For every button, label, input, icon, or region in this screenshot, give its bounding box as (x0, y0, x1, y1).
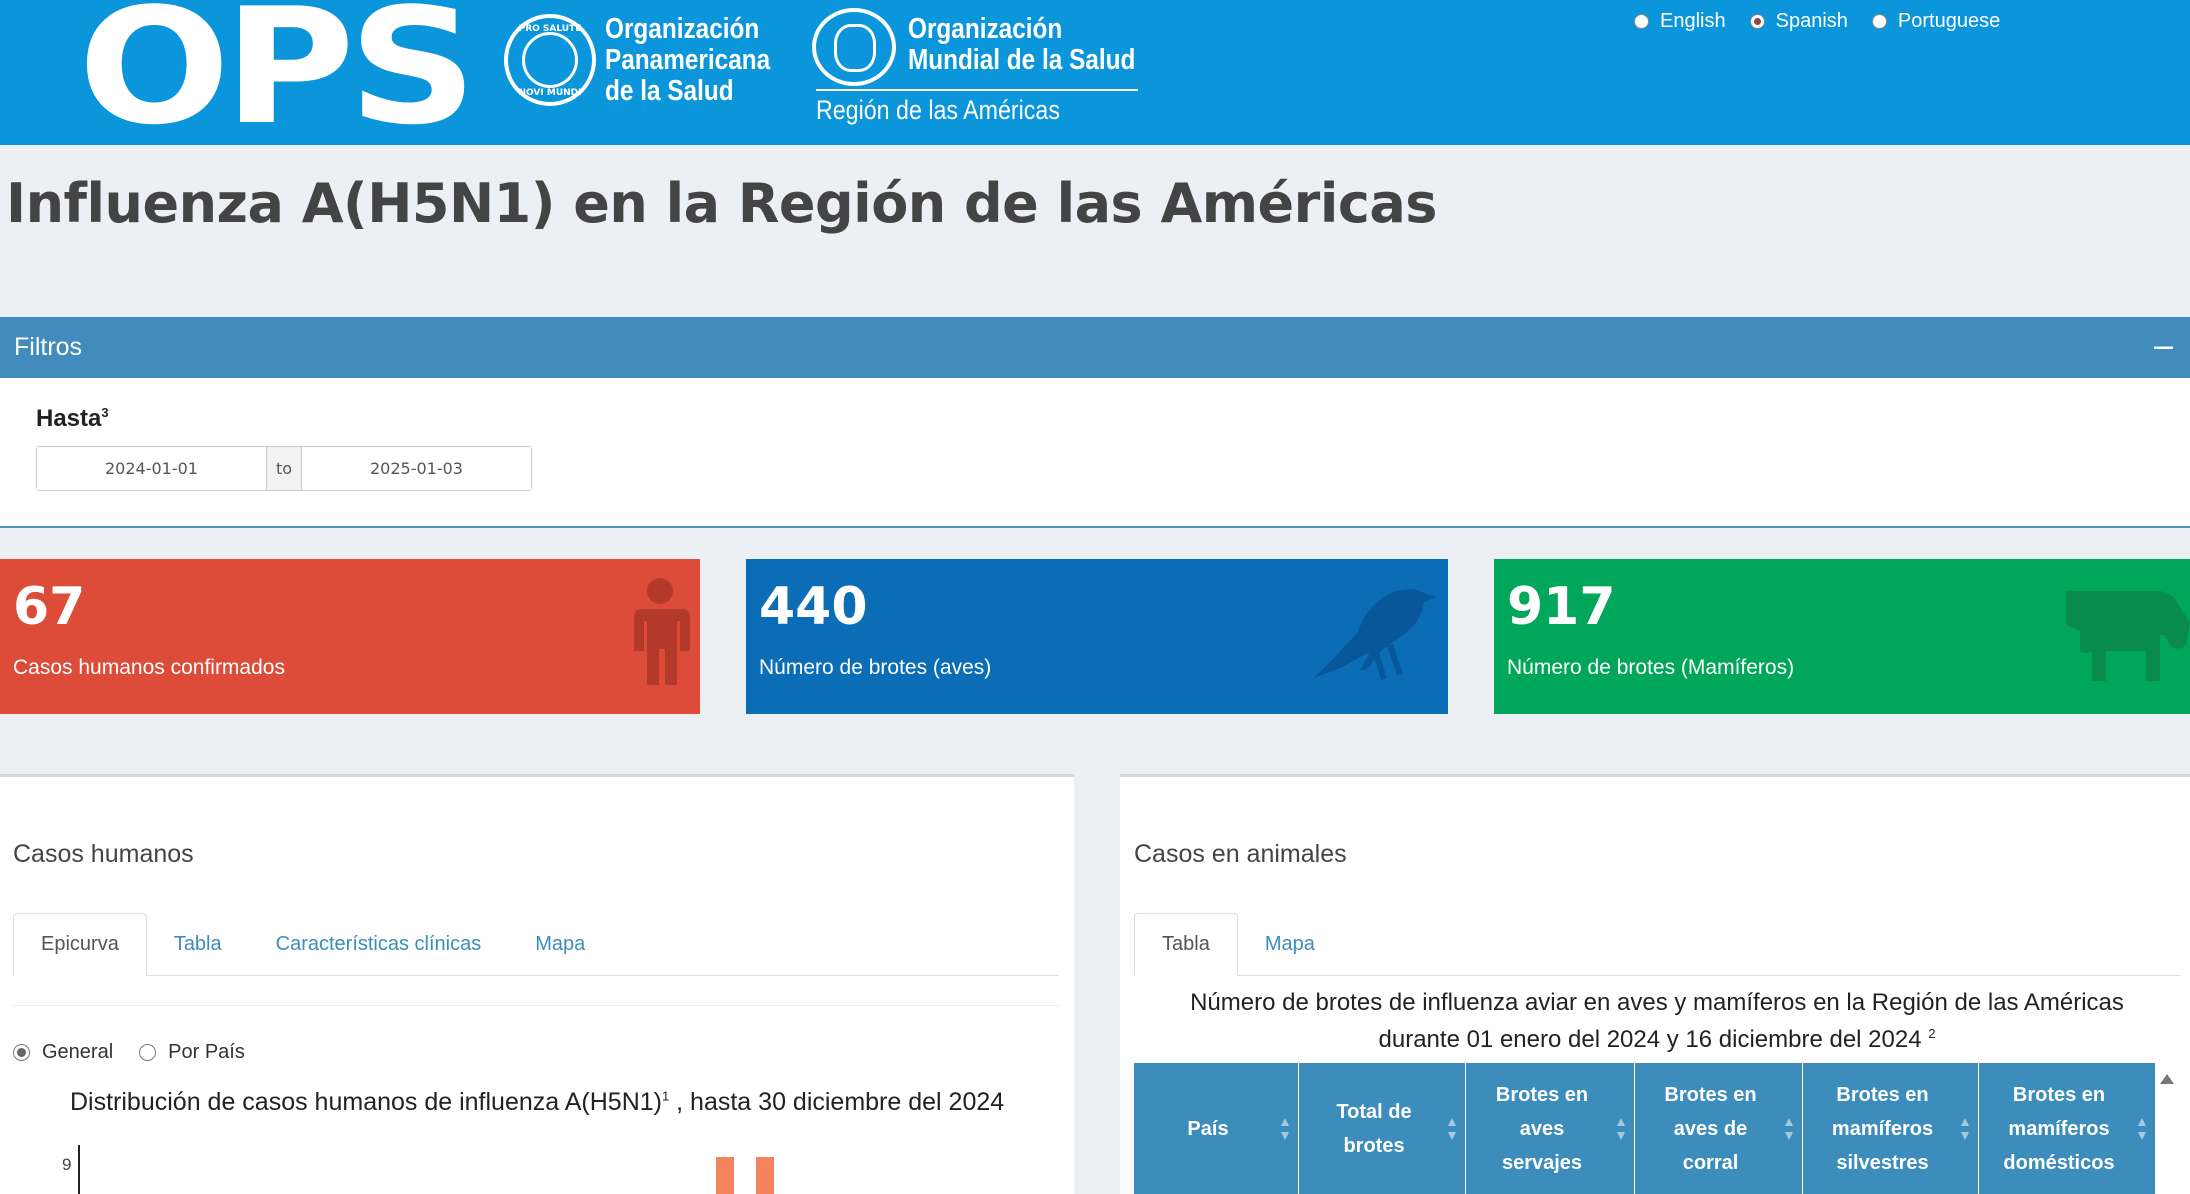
divider (13, 1005, 1059, 1006)
tab-caracteristicas[interactable]: Características clínicas (249, 913, 509, 975)
who-region: Región de las Américas (816, 95, 1060, 125)
kpi-mammal-outbreaks: 917 Número de brotes (Mamíferos) (1494, 559, 2190, 714)
col-aves-corral[interactable]: Brotes en aves de corral (1635, 1063, 1803, 1194)
animal-tabs: Tabla Mapa (1134, 913, 2180, 976)
paho-name: Organización Panamericana de la Salud (605, 13, 771, 107)
date-to-input[interactable] (302, 447, 531, 490)
site-header: OPS PRO SALUTE NOVI MUNDI Organización P… (0, 0, 2190, 160)
tab-tabla[interactable]: Tabla (1134, 913, 1238, 976)
filters-title: Filtros (14, 333, 83, 361)
kpi-value: 440 (759, 577, 868, 637)
kpi-label: Casos humanos confirmados (13, 656, 285, 679)
kpi-label: Número de brotes (Mamíferos) (1507, 656, 1795, 679)
kpi-value: 917 (1507, 577, 1616, 637)
col-aves-silvestres[interactable]: Brotes en aves servajes (1466, 1063, 1635, 1194)
scroll-up-arrow-icon[interactable] (2160, 1074, 2174, 1084)
ops-logo: OPS (78, 0, 477, 160)
chart-title: Distribución de casos humanos de influen… (70, 1088, 1005, 1116)
view-mode-radios: General Por País (13, 1041, 245, 1064)
lang-portuguese[interactable]: Portuguese (1871, 10, 2000, 33)
lang-spanish[interactable]: Spanish (1749, 10, 1848, 33)
collapse-icon[interactable]: − (2151, 332, 2176, 363)
col-mamiferos-silvestres[interactable]: Brotes en mamíferos silvestres (1803, 1063, 1979, 1194)
panel-title: Casos en animales (1134, 840, 1347, 868)
language-selector: English Spanish Portuguese (1634, 10, 2000, 33)
paho-seal-icon: PRO SALUTE NOVI MUNDI (504, 14, 596, 106)
kpi-bird-outbreaks: 440 Número de brotes (aves) (746, 559, 1448, 714)
radio-por-pais[interactable]: Por País (139, 1041, 245, 1064)
outbreaks-table-header: País Total de brotes Brotes en aves servaje… (1134, 1063, 2155, 1194)
radio-icon[interactable] (1871, 14, 1887, 29)
tab-tabla[interactable]: Tabla (147, 913, 249, 975)
kpi-value: 67 (13, 577, 86, 637)
filters-header[interactable]: Filtros − (0, 317, 2190, 378)
who-name: Organización Mundial de la Salud (908, 13, 1136, 76)
radio-icon[interactable] (139, 1044, 157, 1061)
cow-icon (2066, 591, 2190, 681)
sort-icon (1785, 1117, 1793, 1140)
col-total-brotes[interactable]: Total de brotes (1299, 1063, 1466, 1194)
sort-icon (1961, 1117, 1969, 1140)
who-divider (816, 89, 1138, 91)
panel-title: Casos humanos (13, 840, 194, 868)
date-range-picker: to (36, 446, 532, 491)
radio-selected-icon[interactable] (13, 1044, 30, 1061)
y-tick-label: 9 (62, 1155, 71, 1174)
sort-icon (2138, 1117, 2146, 1140)
tab-mapa[interactable]: Mapa (508, 913, 612, 975)
person-icon (634, 578, 690, 685)
bird-icon (1314, 589, 1436, 680)
date-range-label: Hasta3 (36, 405, 109, 432)
lang-english[interactable]: English (1634, 10, 1726, 33)
radio-general[interactable]: General (13, 1041, 113, 1064)
col-mamiferos-domesticos[interactable]: Brotes en mamíferos domésticos (1979, 1063, 2155, 1194)
human-tabs: Epicurva Tabla Características clínicas … (13, 913, 1059, 976)
page-title: Influenza A(H5N1) en la Región de las Am… (6, 172, 1437, 235)
chart-bar (716, 1157, 734, 1194)
filters-box: Filtros − Hasta3 to (0, 317, 2190, 528)
kpi-human-cases: 67 Casos humanos confirmados (0, 559, 700, 714)
date-separator: to (266, 447, 302, 490)
date-from-input[interactable] (37, 447, 266, 490)
human-cases-panel: Casos humanos Epicurva Tabla Característ… (0, 774, 1074, 1194)
sort-icon (1281, 1117, 1289, 1140)
col-pais[interactable]: País (1134, 1063, 1299, 1194)
chart-bar (756, 1157, 774, 1194)
sort-icon (1448, 1117, 1456, 1140)
epicurve-chart: 9 (62, 1145, 774, 1194)
table-caption: Número de brotes de influenza aviar en a… (1190, 989, 2124, 1053)
radio-icon[interactable] (1634, 14, 1649, 29)
kpi-label: Número de brotes (aves) (759, 656, 992, 679)
who-emblem-icon (812, 8, 896, 86)
tab-mapa[interactable]: Mapa (1238, 913, 1342, 975)
radio-selected-icon[interactable] (1749, 14, 1765, 29)
tab-epicurva[interactable]: Epicurva (13, 913, 147, 976)
sort-icon (1617, 1117, 1625, 1140)
